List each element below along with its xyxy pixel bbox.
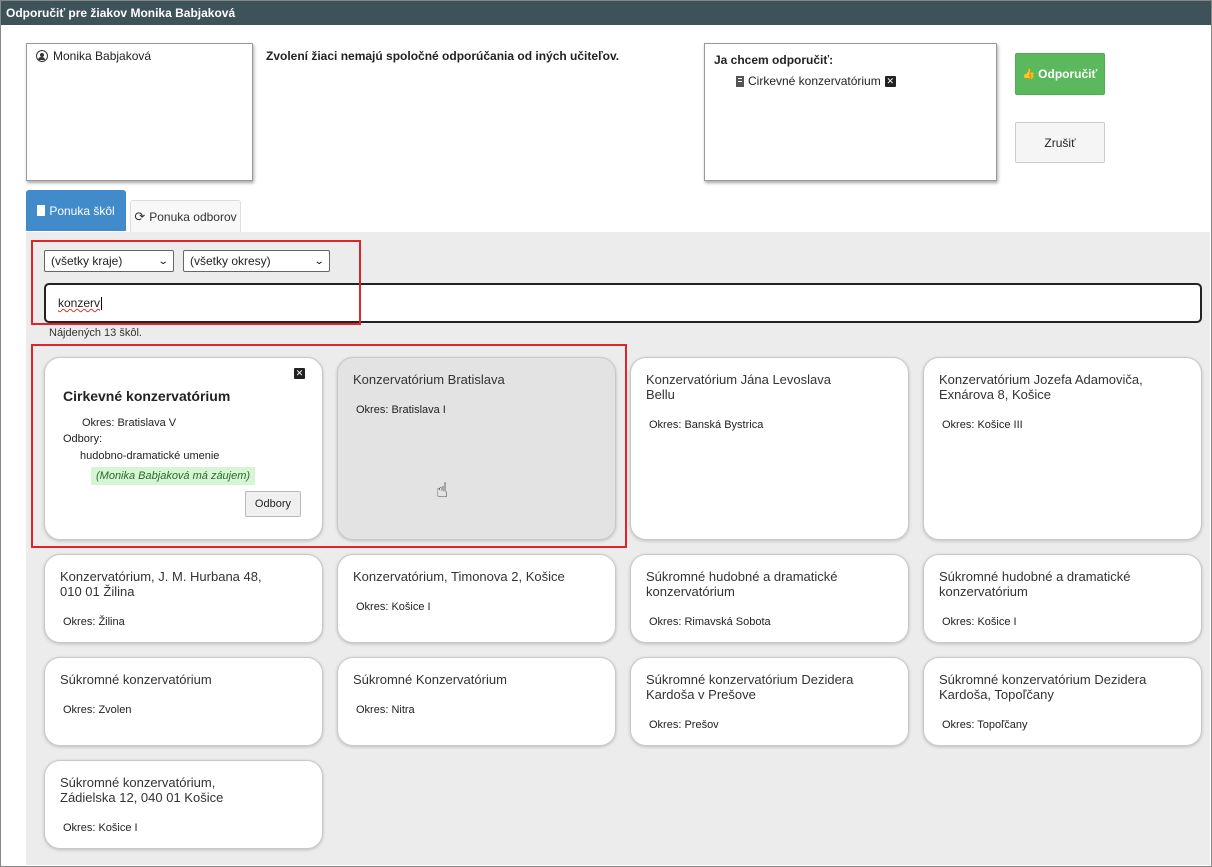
recommend-button-label: Odporučiť (1038, 67, 1098, 81)
school-card[interactable]: Konzervatórium Bratislava Okres: Bratisl… (337, 357, 616, 540)
school-district: Okres: Košice I (942, 616, 1017, 628)
district-select[interactable]: (všetky okresy) ⌄ (183, 250, 330, 272)
recommendation-title: Ja chcem odporučiť: (714, 53, 834, 67)
tab-label: Ponuka odborov (149, 209, 237, 224)
school-name: Súkromné konzervatórium (60, 672, 212, 687)
student-item[interactable]: Monika Babjaková (36, 49, 243, 63)
school-district: Okres: Topoľčany (942, 719, 1028, 731)
recommendation-box: Ja chcem odporučiť: Cirkevné konzervatór… (704, 43, 997, 181)
school-card[interactable]: Súkromné hudobné a dramatické konzervató… (630, 554, 909, 643)
school-card[interactable]: Súkromné Konzervatórium Okres: Nitra (337, 657, 616, 746)
text-caret (101, 296, 103, 310)
school-district: Okres: Zvolen (63, 704, 132, 716)
selected-school-card[interactable]: ✕ Cirkevné konzervatórium Okres: Bratisl… (44, 357, 323, 540)
school-name: Konzervatórium Jána Levoslava Bellu (646, 372, 831, 402)
recommend-button[interactable]: 👍 Odporučiť (1015, 53, 1105, 95)
selected-students-box: Monika Babjaková (26, 43, 253, 181)
chevron-down-icon: ⌄ (157, 255, 169, 267)
tab-fields[interactable]: ⟳ Ponuka odborov (130, 200, 241, 232)
building-icon (736, 75, 744, 87)
tab-schools[interactable]: Ponuka škôl (26, 190, 126, 231)
user-icon (36, 50, 48, 62)
school-card[interactable]: Konzervatórium, Timonova 2, Košice Okres… (337, 554, 616, 643)
school-name: Súkromné hudobné a dramatické konzervató… (939, 569, 1131, 599)
school-name: Súkromné konzervatórium Dezidera Kardoša… (646, 672, 854, 702)
remove-icon[interactable]: ✕ (884, 75, 896, 87)
search-input[interactable]: konzerv (44, 283, 1202, 323)
school-district: Okres: Prešov (649, 719, 719, 731)
interest-badge: (Monika Babjaková má záujem) (91, 467, 256, 485)
school-name: Cirkevné konzervatórium (63, 388, 231, 404)
school-name: Súkromné konzervatórium, Zádielska 12, 0… (60, 775, 224, 805)
school-name: Súkromné Konzervatórium (353, 672, 507, 687)
hand-cursor-icon: ☝ (436, 480, 449, 502)
region-select[interactable]: (všetky kraje) ⌄ (44, 250, 174, 272)
region-select-value: (všetky kraje) (51, 254, 123, 268)
school-card[interactable]: Súkromné konzervatórium Dezidera Kardoša… (630, 657, 909, 746)
building-icon (37, 205, 46, 216)
school-name: Konzervatórium Jozefa Adamoviča, Exnárov… (939, 372, 1143, 402)
school-name: Konzervatórium, J. M. Hurbana 48, 010 01… (60, 569, 262, 599)
school-card[interactable]: Konzervatórium Jozefa Adamoviča, Exnárov… (923, 357, 1202, 540)
refresh-icon: ⟳ (134, 208, 146, 224)
school-card[interactable]: Konzervatórium Jána Levoslava Bellu Okre… (630, 357, 909, 540)
thumbs-up-icon: 👍 (1022, 68, 1036, 80)
school-district: Okres: Košice III (942, 419, 1023, 431)
recommendation-item: Cirkevné konzervatórium ✕ (736, 74, 987, 88)
school-name: Konzervatórium Bratislava (353, 372, 505, 387)
school-name: Súkromné konzervatórium Dezidera Kardoša… (939, 672, 1147, 702)
fields-button[interactable]: Odbory (244, 491, 301, 517)
school-card[interactable]: Súkromné konzervatórium Okres: Zvolen (44, 657, 323, 746)
window-title: Odporučiť pre žiakov Monika Babjaková (1, 1, 1211, 25)
search-input-value: konzerv (58, 296, 101, 310)
school-district: Okres: Rimavská Sobota (649, 616, 771, 628)
results-count: Nájdených 13 škôl. (49, 327, 142, 339)
student-name: Monika Babjaková (53, 49, 152, 63)
fields-label: Odbory: (63, 433, 103, 445)
school-card[interactable]: Súkromné konzervatórium, Zádielska 12, 0… (44, 760, 323, 849)
school-district: Okres: Nitra (356, 704, 415, 716)
school-district: Okres: Bratislava V (82, 417, 177, 429)
school-name: Súkromné hudobné a dramatické konzervató… (646, 569, 838, 599)
school-card[interactable]: Konzervatórium, J. M. Hurbana 48, 010 01… (44, 554, 323, 643)
field-item: hudobno-dramatické umenie (80, 450, 220, 462)
chevron-down-icon: ⌄ (313, 255, 325, 267)
school-district: Okres: Banská Bystrica (649, 419, 764, 431)
school-name: Konzervatórium, Timonova 2, Košice (353, 569, 565, 584)
notice-text: Zvolení žiaci nemajú spoločné odporúčani… (266, 49, 620, 63)
district-select-value: (všetky okresy) (190, 254, 271, 268)
close-icon[interactable]: ✕ (294, 368, 305, 379)
school-card[interactable]: Súkromné hudobné a dramatické konzervató… (923, 554, 1202, 643)
school-district: Okres: Bratislava I (356, 404, 446, 416)
cancel-button[interactable]: Zrušiť (1015, 122, 1105, 163)
school-district: Okres: Žilina (63, 616, 125, 628)
tab-label: Ponuka škôl (49, 203, 115, 218)
recommendation-item-label: Cirkevné konzervatórium (748, 74, 881, 88)
school-district: Okres: Košice I (356, 601, 431, 613)
school-card[interactable]: Súkromné konzervatórium Dezidera Kardoša… (923, 657, 1202, 746)
school-district: Okres: Košice I (63, 822, 138, 834)
